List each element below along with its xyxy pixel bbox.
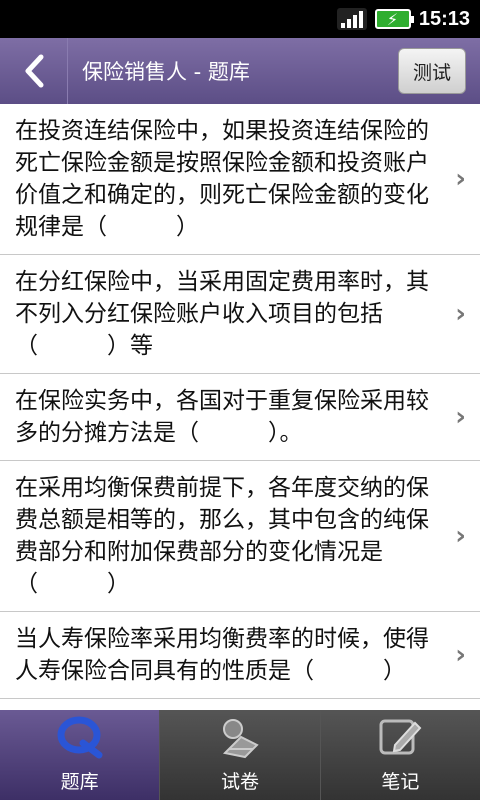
- question-item[interactable]: 在投资连结保险中，如果投资连结保险的死亡保险金额是按照保险金额和投资账户价值之和…: [0, 104, 480, 255]
- exam-paper-icon: [215, 713, 265, 761]
- battery-icon: ⚡: [374, 9, 414, 29]
- question-item[interactable]: 在保险实务中，各国对于重复保险采用较多的分摊方法是（ ）。 ›: [0, 374, 480, 461]
- question-item[interactable]: 在分红保险中，当采用固定费用率时，其不列入分红保险账户收入项目的包括（ ）等 ›: [0, 255, 480, 374]
- tab-question-bank[interactable]: 题库: [0, 710, 161, 800]
- question-text: 在保险实务中，各国对于重复保险采用较多的分摊方法是（ ）。: [15, 388, 429, 446]
- question-text: 当人寿保险率采用均衡费率的时候，使得人寿保险合同具有的性质是（ ）: [15, 626, 429, 684]
- chevron-right-icon: ›: [455, 521, 466, 551]
- question-text: 在采用均衡保费前提下，各年度交纳的保费总额是相等的，那么，其中包含的纯保费部分和…: [15, 475, 429, 597]
- question-item[interactable]: 当人寿保险率采用均衡费率的时候，使得人寿保险合同具有的性质是（ ） ›: [0, 612, 480, 699]
- question-text: 在分红保险中，当采用固定费用率时，其不列入分红保险账户收入项目的包括（ ）等: [15, 269, 429, 359]
- tab-label: 笔记: [381, 771, 420, 793]
- title-bar: 保险销售人 - 题库 测试: [0, 38, 480, 104]
- question-item[interactable]: 在采用均衡保费前提下，各年度交纳的保费总额是相等的，那么，其中包含的纯保费部分和…: [0, 461, 480, 612]
- bottom-tab-bar: 题库 试卷 笔记: [0, 710, 480, 800]
- page-title: 保险销售人 - 题库: [82, 60, 250, 84]
- test-button[interactable]: 测试: [398, 48, 466, 94]
- status-bar: ⚡ 15:13: [0, 0, 480, 38]
- question-text: 在投资连结保险中，如果投资连结保险的死亡保险金额是按照保险金额和投资账户价值之和…: [15, 118, 429, 240]
- chevron-right-icon: ›: [455, 640, 466, 670]
- back-button[interactable]: [0, 38, 68, 104]
- question-list: 在投资连结保险中，如果投资连结保险的死亡保险金额是按照保险金额和投资账户价值之和…: [0, 104, 480, 710]
- chevron-right-icon: ›: [455, 402, 466, 432]
- tab-label: 试卷: [220, 771, 259, 793]
- signal-icon: [336, 8, 367, 30]
- chevron-right-icon: ›: [455, 164, 466, 194]
- tab-label: 题库: [60, 771, 99, 793]
- tab-notes[interactable]: 笔记: [320, 710, 480, 800]
- status-time: 15:13: [418, 7, 470, 30]
- chevron-right-icon: ›: [455, 299, 466, 329]
- notes-icon: [375, 713, 425, 761]
- back-chevron-icon: [25, 54, 43, 88]
- question-bank-icon: [55, 713, 105, 761]
- tab-exam-paper[interactable]: 试卷: [160, 710, 321, 800]
